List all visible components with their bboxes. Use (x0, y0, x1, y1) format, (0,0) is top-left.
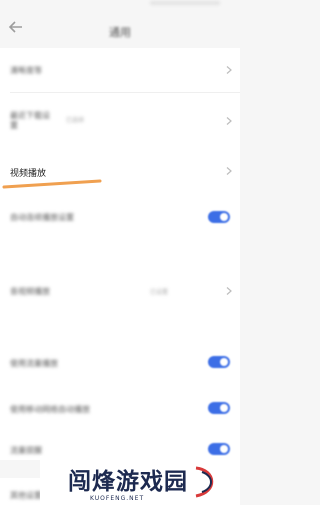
svg-text:闯烽游戏园: 闯烽游戏园 (68, 468, 188, 495)
video-playback-label: 视频播放 (10, 169, 47, 179)
toggle-switch[interactable] (208, 356, 230, 368)
nav-bar: 通用 (0, 10, 240, 44)
watermark: 闯烽游戏园 KUOFENG.NET (40, 456, 240, 505)
settings-row-2[interactable]: 最近下载设置 已选择 (0, 93, 240, 150)
row-label: 音视频播放 (10, 287, 50, 296)
video-playback-row[interactable]: 视频播放 (0, 150, 240, 192)
row-label: 使用流量播放 (10, 359, 58, 368)
row-label: 其他设置 (10, 491, 42, 500)
row-value: 已选择 (66, 117, 85, 124)
row-label: 自动连续播放设置 (10, 213, 74, 222)
status-icons (150, 1, 220, 5)
chevron-right-icon (226, 287, 232, 295)
row-label: 使用移动网络自动播放 (10, 405, 90, 414)
chevron-right-icon (226, 117, 232, 125)
chevron-right-icon (226, 66, 232, 74)
svg-text:KUOFENG.NET: KUOFENG.NET (90, 495, 144, 502)
watermark-logo: 闯烽游戏园 KUOFENG.NET (68, 466, 214, 502)
row-label: 流量提醒 (10, 446, 42, 455)
page-title: 通用 (109, 26, 131, 39)
settings-group-1: 清晰度等 最近下载设置 已选择 (0, 48, 240, 150)
chevron-right-icon (226, 167, 232, 175)
row-value: 已设置 (150, 289, 169, 296)
settings-row-6: 使用流量播放 (0, 350, 240, 374)
row-label: 清晰度等 (10, 66, 42, 75)
settings-row-5[interactable]: 音视频播放 已设置 (0, 276, 240, 306)
settings-group-2: 视频播放 自动连续播放设置 音视频播放 已设置 使用流量播放 使用移动网络自动播… (0, 150, 240, 460)
settings-row-7: 使用移动网络自动播放 (0, 396, 240, 420)
row-label: 最近下载设置 (10, 111, 50, 130)
settings-row-4: 自动连续播放设置 (0, 206, 240, 228)
toggle-switch[interactable] (208, 211, 230, 223)
toggle-switch[interactable] (208, 402, 230, 414)
status-bar (0, 0, 240, 8)
settings-row-1[interactable]: 清晰度等 (0, 48, 240, 92)
toggle-switch[interactable] (208, 443, 230, 455)
